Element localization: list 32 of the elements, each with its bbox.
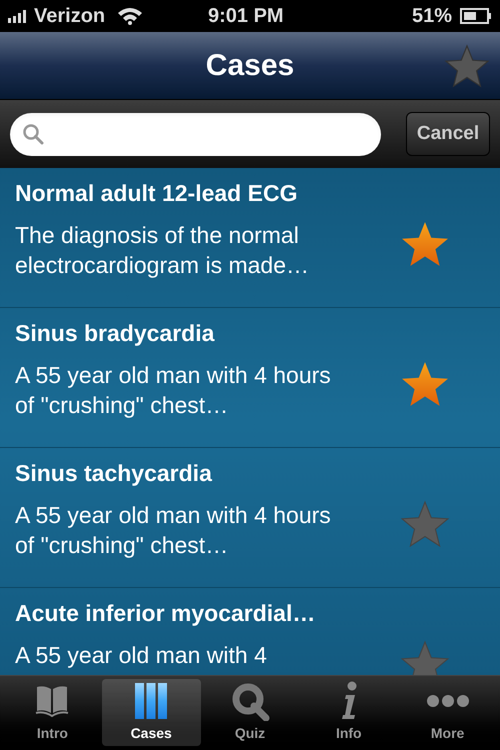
tab[interactable]: Intro — [3, 679, 102, 746]
case-description: A 55 year old man with 4 hours of "crushing" chest… — [15, 361, 331, 420]
search-icon — [22, 123, 44, 145]
screen-title: Cases — [206, 48, 294, 84]
case-description: A 55 year old man with 4 — [15, 641, 268, 670]
battery-percent: 51% — [412, 4, 452, 29]
case-title: Normal adult 12-lead ECG — [15, 179, 298, 208]
battery-icon — [460, 8, 492, 24]
case-row[interactable]: Sinus tachycardia A 55 year old man with 4 hours of "crushing" chest… — [0, 448, 500, 588]
case-row[interactable]: Normal adult 12-lead ECG The diagnosis of the normal electrocardiogram is made… — [0, 168, 500, 308]
clock-time: 9:01 PM — [208, 4, 284, 29]
star-icon[interactable] — [399, 500, 451, 548]
star-icon[interactable] — [399, 640, 451, 675]
tab[interactable]: Info — [299, 679, 398, 746]
columns-icon — [133, 681, 170, 721]
more-icon — [426, 694, 470, 708]
search-field[interactable] — [10, 112, 381, 156]
tab[interactable]: Cases — [102, 679, 201, 746]
star-icon — [444, 44, 490, 88]
favorites-star-button[interactable] — [442, 42, 492, 90]
case-row[interactable]: Sinus bradycardia A 55 year old man with 4 hours of "crushing" chest… — [0, 308, 500, 448]
magnifier-ring-icon — [230, 681, 270, 721]
case-title: Sinus tachycardia — [15, 459, 213, 488]
cancel-button[interactable]: Cancel — [406, 112, 490, 156]
tab[interactable]: More — [398, 679, 497, 746]
tab[interactable]: Quiz — [200, 679, 300, 746]
case-description: The diagnosis of the normal electrocardiogram is made… — [15, 221, 310, 280]
case-title: Acute inferior myocardial… — [15, 599, 316, 628]
carrier-name: Verizon — [34, 4, 106, 29]
case-title: Sinus bradycardia — [15, 319, 216, 348]
wifi-icon — [117, 7, 144, 25]
case-description: A 55 year old man with 4 hours of "crushing" chest… — [15, 501, 331, 560]
